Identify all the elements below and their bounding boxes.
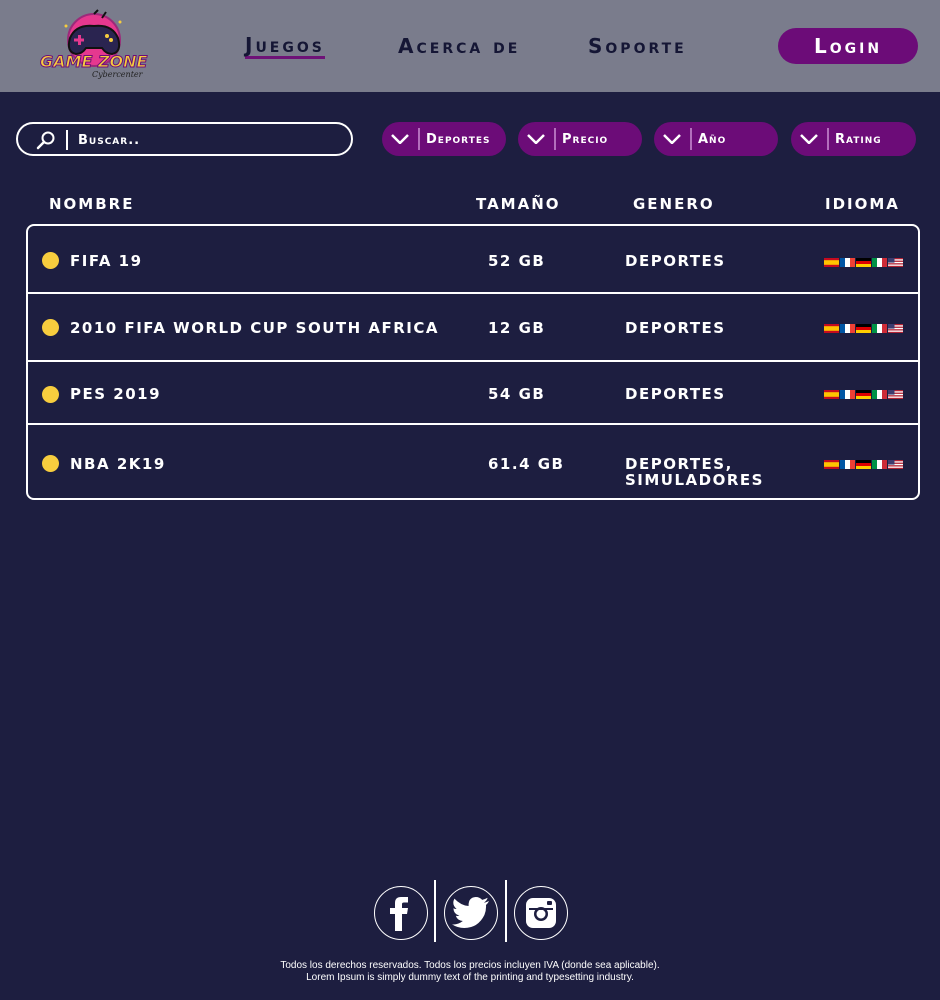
game-size: 61.4 GB [488,455,565,473]
game-genre: DEPORTES [625,252,726,270]
footer-divider [505,880,507,942]
game-size: 54 GB [488,385,546,403]
filter-divider [554,128,556,150]
status-dot [42,455,59,472]
italy-flag-icon [872,460,887,469]
chevron-down-icon [382,122,418,156]
italy-flag-icon [872,324,887,333]
status-dot [42,319,59,336]
nav-soporte[interactable]: Soporte [588,34,687,58]
language-flags [824,460,903,469]
spain-flag-icon [824,324,839,333]
chevron-down-icon [791,122,827,156]
status-dot [42,386,59,403]
france-flag-icon [840,258,855,267]
facebook-icon[interactable] [374,886,428,940]
games-table: FIFA 19 52 GB DEPORTES 2010 FIFA WORLD C… [26,224,920,500]
language-flags [824,258,903,267]
italy-flag-icon [872,258,887,267]
footer-divider [434,880,436,942]
table-row[interactable]: 2010 FIFA WORLD CUP SOUTH AFRICA 12 GB D… [28,294,918,362]
twitter-icon[interactable] [444,886,498,940]
game-genre: DEPORTES [625,385,726,403]
instagram-icon[interactable] [514,886,568,940]
usa-flag-icon [888,258,903,267]
search-bar [16,122,353,156]
game-name: 2010 FIFA WORLD CUP SOUTH AFRICA [70,319,439,337]
germany-flag-icon [856,324,871,333]
search-input[interactable] [78,128,338,152]
filter-label: Precio [562,131,609,147]
nav-acerca-de[interactable]: Acerca de [398,34,520,58]
game-size: 52 GB [488,252,546,270]
germany-flag-icon [856,390,871,399]
spain-flag-icon [824,460,839,469]
filter-divider [827,128,829,150]
germany-flag-icon [856,460,871,469]
game-genre: DEPORTES, [625,455,733,473]
table-row[interactable]: NBA 2K19 61.4 GB DEPORTES, SIMULADORES [28,425,918,498]
filter-deportes[interactable]: Deportes [382,122,506,156]
language-flags [824,324,903,333]
search-icon[interactable] [36,130,56,150]
france-flag-icon [840,460,855,469]
game-name: FIFA 19 [70,252,143,270]
footer-copyright: Todos los derechos reservados. Todos los… [280,960,660,971]
brand-name: GAME ZONE [39,52,148,72]
column-header-tamano[interactable]: TAMAÑO [476,195,561,213]
game-genre: DEPORTES [625,319,726,337]
game-name: PES 2019 [70,385,162,403]
nav-juegos[interactable]: Juegos [245,34,325,59]
filter-precio[interactable]: Precio [518,122,642,156]
france-flag-icon [840,324,855,333]
game-name: NBA 2K19 [70,455,166,473]
table-row[interactable]: PES 2019 54 GB DEPORTES [28,362,918,425]
language-flags [824,390,903,399]
column-header-genero[interactable]: GENERO [633,195,715,213]
top-header: GAME ZONE Cybercenter Juegos Acerca de S… [0,0,940,92]
status-dot [42,252,59,269]
usa-flag-icon [888,460,903,469]
filter-rating[interactable]: Rating [791,122,916,156]
login-button[interactable]: Login [778,28,918,64]
column-header-nombre[interactable]: NOMBRE [49,195,134,213]
usa-flag-icon [888,390,903,399]
game-genre-secondary: SIMULADORES [625,471,764,489]
filter-divider [418,128,420,150]
game-size: 12 GB [488,319,546,337]
search-divider [66,130,68,150]
italy-flag-icon [872,390,887,399]
filter-divider [690,128,692,150]
game-zone-logo[interactable]: GAME ZONE Cybercenter [36,8,148,88]
usa-flag-icon [888,324,903,333]
chevron-down-icon [654,122,690,156]
filter-label: Deportes [426,131,491,147]
filter-ano[interactable]: Año [654,122,778,156]
filter-label: Rating [835,131,882,147]
column-header-idioma[interactable]: IDIOMA [825,195,900,213]
footer-note: Lorem Ipsum is simply dummy text of the … [306,972,634,983]
chevron-down-icon [518,122,554,156]
brand-tagline: Cybercenter [92,70,143,79]
spain-flag-icon [824,390,839,399]
spain-flag-icon [824,258,839,267]
filter-label: Año [698,131,727,147]
social-links [373,880,573,944]
france-flag-icon [840,390,855,399]
germany-flag-icon [856,258,871,267]
table-row[interactable]: FIFA 19 52 GB DEPORTES [28,226,918,294]
